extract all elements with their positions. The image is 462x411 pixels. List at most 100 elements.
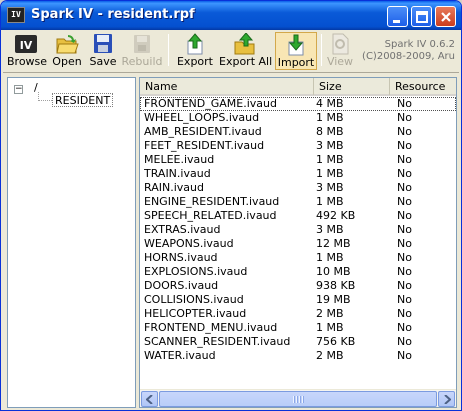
collapse-icon[interactable]: − [14, 85, 23, 94]
table-row[interactable]: SPEECH_RELATED.ivaud 492 KB No [140, 209, 456, 223]
file-size-cell: 19 MB [316, 293, 351, 306]
resource-cell: No [397, 125, 412, 138]
file-size-cell: 2 MB [316, 349, 344, 362]
file-name-cell: HORNS.ivaud [144, 251, 218, 264]
table-row[interactable]: EXPLOSIONS.ivaud 10 MB No [140, 265, 456, 279]
tree-node-resident[interactable]: RESIDENT [52, 93, 114, 107]
table-row[interactable]: FRONTEND_GAME.ivaud 4 MB No [140, 97, 456, 111]
table-row[interactable]: DOORS.ivaud 938 KB No [140, 279, 456, 293]
save-button[interactable]: Save [87, 32, 119, 70]
file-name-cell: WATER.ivaud [144, 349, 216, 362]
table-row[interactable]: TRAIN.ivaud 1 MB No [140, 167, 456, 181]
minimize-button[interactable] [387, 6, 408, 27]
resource-cell: No [397, 209, 412, 222]
toolbar-separator [168, 34, 169, 66]
scroll-left-button[interactable] [141, 391, 158, 407]
open-label: Open [52, 55, 82, 68]
file-name-cell: ENGINE_RESIDENT.ivaud [144, 195, 280, 208]
export-button[interactable]: Export [175, 32, 215, 70]
file-name-cell: MELEE.ivaud [144, 153, 215, 166]
main-window: IV Spark IV - resident.rpf IV Browse Ope… [0, 0, 462, 411]
file-size-cell: 8 MB [316, 125, 344, 138]
file-size-cell: 1 MB [316, 167, 344, 180]
toolbar-separator [321, 34, 322, 66]
floppy-disk-icon [94, 34, 112, 53]
import-button[interactable]: Import [275, 32, 317, 70]
list-rows: FRONTEND_GAME.ivaud 4 MB No WHEEL_LOOPS.iva… [140, 97, 456, 363]
table-row[interactable]: HELICOPTER.ivaud 2 MB No [140, 307, 456, 321]
iv-logo-icon: IV [15, 35, 37, 53]
file-size-cell: 3 MB [316, 223, 344, 236]
open-button[interactable]: Open [49, 32, 85, 70]
resource-cell: No [397, 251, 412, 264]
resource-cell: No [397, 167, 412, 180]
export-all-icon [234, 33, 255, 55]
export-all-button[interactable]: Export All [219, 32, 273, 70]
table-row[interactable]: WEAPONS.ivaud 12 MB No [140, 237, 456, 251]
table-row[interactable]: FRONTEND_MENU.ivaud 1 MB No [140, 321, 456, 335]
table-row[interactable]: FEET_RESIDENT.ivaud 3 MB No [140, 139, 456, 153]
file-size-cell: 1 MB [316, 195, 344, 208]
table-row[interactable]: EXTRAS.ivaud 3 MB No [140, 223, 456, 237]
resource-cell: No [397, 97, 412, 110]
file-name-cell: COLLISIONS.ivaud [144, 293, 244, 306]
table-row[interactable]: WATER.ivaud 2 MB No [140, 349, 456, 363]
table-row[interactable]: ENGINE_RESIDENT.ivaud 1 MB No [140, 195, 456, 209]
file-size-cell: 12 MB [316, 237, 351, 250]
table-row[interactable]: WHEEL_LOOPS.ivaud 1 MB No [140, 111, 456, 125]
file-list[interactable]: Name Size Resource FRONTEND_GAME.ivaud 4 … [139, 77, 457, 408]
browse-button[interactable]: IV Browse [7, 32, 48, 70]
file-size-cell: 938 KB [316, 279, 356, 292]
file-name-cell: WHEEL_LOOPS.ivaud [144, 111, 260, 124]
resource-cell: No [397, 153, 412, 166]
version-info: Spark IV 0.6.2 (C)2008-2009, Aru [362, 39, 455, 63]
resource-cell: No [397, 321, 412, 334]
column-header-resource[interactable]: Resource [390, 78, 456, 95]
horizontal-scrollbar[interactable] [140, 389, 456, 407]
save-label: Save [89, 55, 117, 68]
view-button[interactable]: View [325, 32, 355, 70]
file-size-cell: 756 KB [316, 335, 356, 348]
resource-cell: No [397, 307, 412, 320]
file-size-cell: 4 MB [316, 97, 344, 110]
export-all-label: Export All [219, 55, 273, 68]
toolbar: IV Browse Open Save Rebuild Export Expor… [3, 30, 459, 73]
column-header-size[interactable]: Size [314, 78, 390, 95]
view-label: View [326, 55, 354, 68]
arrow-left-icon [146, 395, 153, 404]
table-row[interactable]: SCANNER_RESIDENT.ivaud 756 KB No [140, 335, 456, 349]
close-icon [441, 12, 451, 22]
table-row[interactable]: HORNS.ivaud 1 MB No [140, 251, 456, 265]
scrollbar-thumb[interactable] [159, 391, 437, 407]
arrow-right-icon [444, 395, 451, 404]
scroll-right-button[interactable] [438, 391, 455, 407]
table-row[interactable]: RAIN.ivaud 3 MB No [140, 181, 456, 195]
app-icon: IV [7, 7, 25, 23]
maximize-icon [416, 11, 428, 23]
file-name-cell: SCANNER_RESIDENT.ivaud [144, 335, 291, 348]
browse-label: Browse [7, 55, 48, 68]
resource-cell: No [397, 111, 412, 124]
close-button[interactable] [435, 6, 456, 27]
file-name-cell: FRONTEND_GAME.ivaud [144, 97, 277, 110]
svg-text:IV: IV [20, 39, 33, 52]
table-row[interactable]: AMB_RESIDENT.ivaud 8 MB No [140, 125, 456, 139]
tree-connector [38, 100, 52, 101]
file-name-cell: TRAIN.ivaud [144, 167, 211, 180]
file-size-cell: 1 MB [316, 153, 344, 166]
file-name-cell: HELICOPTER.ivaud [144, 307, 247, 320]
rebuild-button[interactable]: Rebuild [121, 32, 163, 70]
table-row[interactable]: MELEE.ivaud 1 MB No [140, 153, 456, 167]
file-name-cell: EXPLOSIONS.ivaud [144, 265, 248, 278]
title-bar[interactable]: IV Spark IV - resident.rpf [1, 1, 461, 30]
resource-cell: No [397, 335, 412, 348]
column-header-name[interactable]: Name [140, 78, 314, 95]
file-name-cell: DOORS.ivaud [144, 279, 219, 292]
rebuild-icon [134, 35, 150, 53]
table-row[interactable]: COLLISIONS.ivaud 19 MB No [140, 293, 456, 307]
import-label: Import [277, 56, 315, 69]
file-size-cell: 1 MB [316, 111, 344, 124]
folder-tree[interactable]: − / RESIDENT [7, 77, 136, 408]
file-size-cell: 1 MB [316, 321, 344, 334]
maximize-button[interactable] [411, 6, 432, 27]
